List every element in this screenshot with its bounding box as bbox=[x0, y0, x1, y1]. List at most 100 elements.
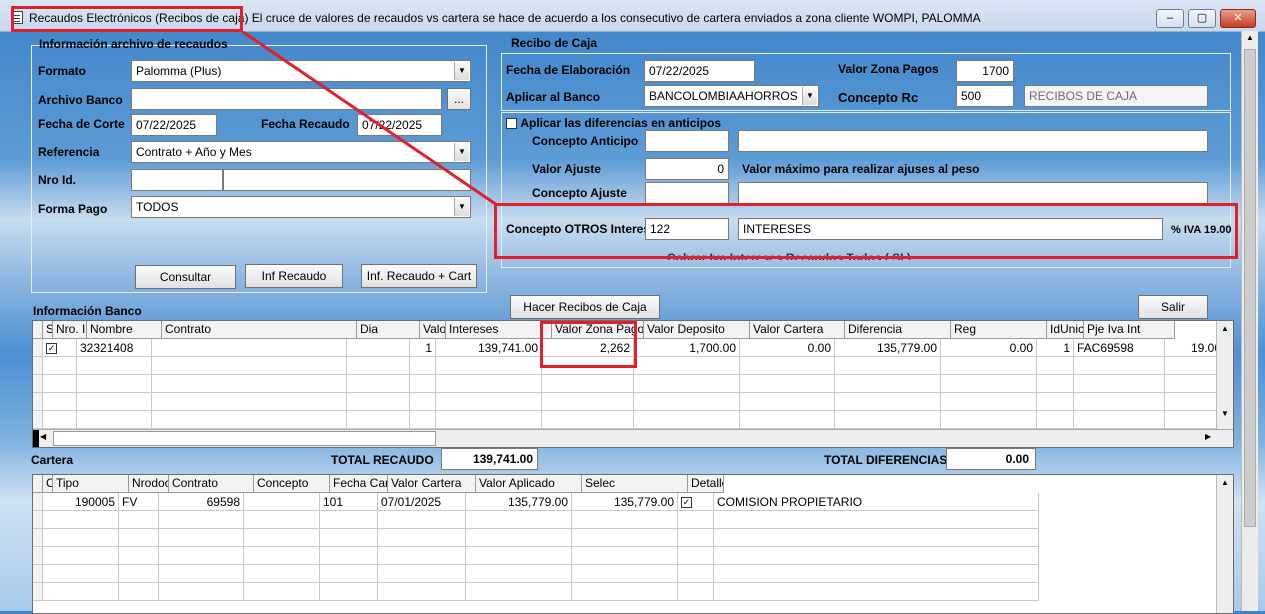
cartera-col-header[interactable]: Consecutivo bbox=[43, 475, 53, 493]
aplicar-banco-select[interactable]: BANCOLOMBIAAHORROS ▼ bbox=[644, 85, 819, 107]
banco-cell[interactable] bbox=[77, 375, 152, 393]
banco-col-header[interactable]: Contrato bbox=[162, 321, 357, 339]
window-scrollbar[interactable]: ▲ bbox=[1241, 31, 1258, 611]
cartera-cell[interactable] bbox=[320, 565, 378, 583]
cartera-cell[interactable] bbox=[320, 511, 378, 529]
row-selector[interactable] bbox=[33, 493, 43, 511]
banco-cell[interactable] bbox=[347, 393, 410, 411]
banco-hscroll[interactable]: ◀ ▶ bbox=[33, 429, 1233, 447]
banco-cell[interactable] bbox=[542, 375, 634, 393]
cartera-col-header[interactable]: Nrodocumento bbox=[129, 475, 169, 493]
banco-col-header[interactable]: Pje Iva Int bbox=[1084, 321, 1175, 339]
banco-cell[interactable] bbox=[152, 411, 347, 429]
cartera-cell[interactable] bbox=[572, 511, 678, 529]
cartera-col-header[interactable]: Concepto bbox=[254, 475, 330, 493]
banco-cell[interactable] bbox=[436, 375, 542, 393]
cartera-cell[interactable] bbox=[466, 565, 572, 583]
cartera-cell[interactable] bbox=[244, 511, 320, 529]
concepto-rc-code[interactable]: 500 bbox=[956, 85, 1014, 107]
scroll-up-icon[interactable]: ▲ bbox=[1217, 478, 1233, 487]
formato-select[interactable]: Palomma (Plus) ▼ bbox=[131, 60, 471, 82]
banco-cell[interactable] bbox=[410, 357, 436, 375]
cartera-cell[interactable]: 07/01/2025 bbox=[378, 493, 466, 511]
banco-cell[interactable]: 0.00 bbox=[740, 339, 835, 357]
chevron-down-icon[interactable]: ▼ bbox=[802, 87, 817, 105]
row-selector[interactable] bbox=[33, 411, 43, 429]
cartera-cell[interactable] bbox=[378, 529, 466, 547]
row-selector[interactable] bbox=[33, 529, 43, 547]
banco-cell[interactable] bbox=[347, 357, 410, 375]
cartera-cell[interactable] bbox=[466, 583, 572, 601]
cartera-cell[interactable] bbox=[572, 547, 678, 565]
cartera-cell[interactable] bbox=[678, 529, 714, 547]
close-button[interactable]: ✕ bbox=[1220, 9, 1256, 28]
banco-col-header[interactable]: Diferencia bbox=[845, 321, 951, 339]
nro-id-input[interactable] bbox=[131, 169, 223, 191]
banco-col-header[interactable]: Selec bbox=[43, 321, 53, 339]
banco-cell[interactable] bbox=[152, 339, 347, 357]
banco-cell[interactable] bbox=[347, 375, 410, 393]
banco-cell[interactable] bbox=[152, 357, 347, 375]
checkbox-icon[interactable]: ✓ bbox=[681, 497, 692, 509]
cartera-cell[interactable]: FV bbox=[119, 493, 159, 511]
cartera-cell[interactable] bbox=[244, 583, 320, 601]
row-selector[interactable] bbox=[33, 375, 43, 393]
scroll-left-icon[interactable]: ◀ bbox=[40, 432, 46, 441]
row-selector[interactable] bbox=[33, 393, 43, 411]
cartera-cell[interactable] bbox=[244, 493, 320, 511]
fecha-recaudo-input[interactable]: 07/22/2025 bbox=[357, 114, 442, 136]
cartera-cell[interactable] bbox=[119, 511, 159, 529]
fecha-corte-input[interactable]: 07/22/2025 bbox=[131, 114, 217, 136]
banco-cell[interactable] bbox=[410, 393, 436, 411]
cartera-cell[interactable] bbox=[714, 547, 1039, 565]
cartera-cell[interactable] bbox=[678, 511, 714, 529]
banco-cell[interactable] bbox=[1074, 411, 1165, 429]
banco-col-header[interactable]: Valor Cartera bbox=[750, 321, 845, 339]
cartera-cell[interactable] bbox=[378, 547, 466, 565]
cartera-cell[interactable] bbox=[378, 583, 466, 601]
cartera-grid[interactable]: ConsecutivoTipoNrodocumentoContratoConce… bbox=[32, 474, 1234, 614]
banco-cell[interactable] bbox=[410, 411, 436, 429]
cartera-cell[interactable]: 101 bbox=[320, 493, 378, 511]
scroll-up-icon[interactable]: ▲ bbox=[1217, 324, 1233, 333]
cartera-cell[interactable] bbox=[572, 565, 678, 583]
cartera-cell[interactable] bbox=[159, 565, 244, 583]
chevron-down-icon[interactable]: ▼ bbox=[454, 143, 469, 161]
cartera-cell[interactable] bbox=[159, 547, 244, 565]
cartera-cell[interactable]: 69598 bbox=[159, 493, 244, 511]
cartera-cell[interactable] bbox=[119, 583, 159, 601]
cartera-col-header[interactable]: Valor Cartera bbox=[388, 475, 476, 493]
banco-cell[interactable] bbox=[347, 411, 410, 429]
cartera-col-header[interactable]: Valor Aplicado bbox=[476, 475, 582, 493]
banco-cell[interactable] bbox=[1037, 375, 1074, 393]
maximize-button[interactable]: ▢ bbox=[1188, 9, 1216, 28]
banco-cell[interactable] bbox=[347, 339, 410, 357]
banco-cell[interactable] bbox=[1037, 411, 1074, 429]
consultar-button[interactable]: Consultar bbox=[135, 265, 236, 289]
cartera-vscroll[interactable]: ▲ bbox=[1216, 475, 1233, 613]
cartera-cell[interactable] bbox=[119, 529, 159, 547]
cartera-cell[interactable]: COMISION PROPIETARIO bbox=[714, 493, 1039, 511]
row-selector[interactable] bbox=[33, 565, 43, 583]
valor-ajuste-input[interactable]: 0 bbox=[645, 158, 729, 180]
banco-cell[interactable] bbox=[634, 411, 740, 429]
cartera-cell[interactable] bbox=[43, 583, 119, 601]
valor-zona-input[interactable]: 1700 bbox=[956, 60, 1014, 82]
cartera-cell[interactable] bbox=[678, 547, 714, 565]
cartera-cell[interactable] bbox=[43, 565, 119, 583]
banco-cell[interactable] bbox=[152, 375, 347, 393]
banco-col-header[interactable]: Nombre bbox=[87, 321, 162, 339]
banco-cell[interactable]: 135,779.00 bbox=[835, 339, 941, 357]
banco-cell[interactable] bbox=[740, 393, 835, 411]
row-selector[interactable] bbox=[33, 511, 43, 529]
banco-cell[interactable] bbox=[835, 393, 941, 411]
banco-cell[interactable] bbox=[941, 357, 1037, 375]
aplicar-diferencias-checkbox[interactable]: Aplicar las diferencias en anticipos bbox=[506, 116, 721, 130]
cartera-cell[interactable] bbox=[244, 529, 320, 547]
banco-cell[interactable]: 1 bbox=[410, 339, 436, 357]
banco-cell[interactable] bbox=[835, 411, 941, 429]
cartera-cell[interactable]: 135,779.00 bbox=[466, 493, 572, 511]
cartera-cell[interactable]: ✓ bbox=[678, 493, 714, 511]
cartera-cell[interactable] bbox=[159, 529, 244, 547]
minimize-button[interactable]: ‒ bbox=[1156, 9, 1184, 28]
